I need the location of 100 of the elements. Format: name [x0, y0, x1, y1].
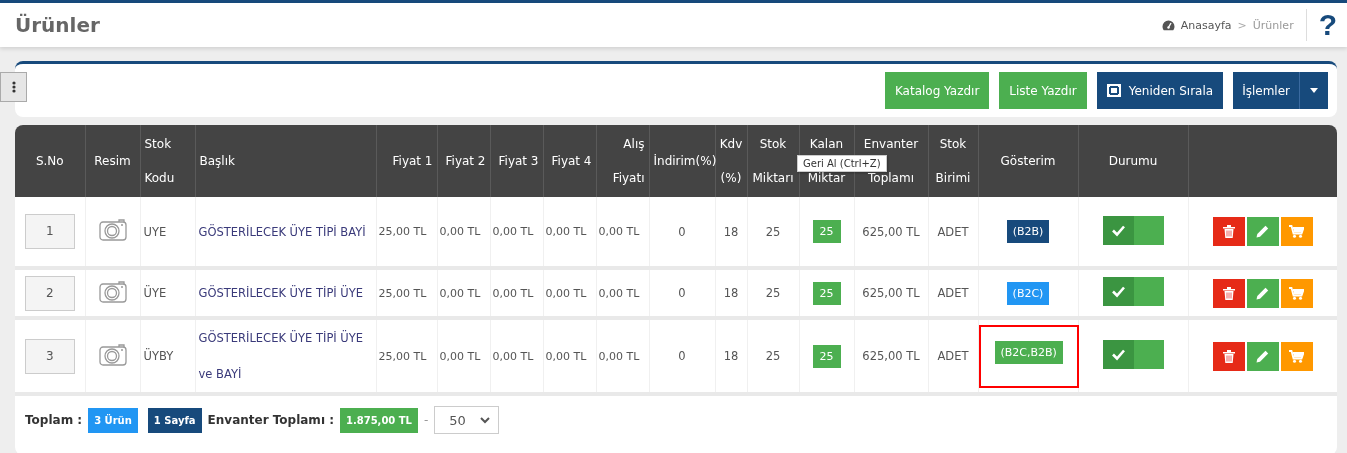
- page-title: Ürünler: [15, 13, 101, 37]
- pencil-icon: [1256, 349, 1270, 363]
- column-header: İndirim(%): [649, 125, 715, 197]
- display-badge: (B2C): [1006, 281, 1050, 305]
- column-header: Resim: [85, 125, 140, 197]
- breadcrumb-link[interactable]: Anasayfa: [1180, 18, 1232, 32]
- cart-icon: [1289, 349, 1305, 363]
- breadcrumb-separator: >: [1237, 18, 1247, 32]
- cart-icon: [1289, 286, 1305, 300]
- table-cell: 0,00 TL: [437, 197, 490, 268]
- cart-button[interactable]: [1280, 341, 1313, 371]
- table-cell: ÜYBY: [140, 318, 195, 394]
- table-cell: 0,00 TL: [437, 268, 490, 318]
- table-cell: 0,00 TL: [490, 318, 543, 394]
- table-cell: 0,00 TL: [596, 197, 649, 268]
- column-header: Gösterim: [978, 125, 1078, 197]
- table-cell: 0,00 TL: [543, 268, 596, 318]
- chevron-down-icon: [479, 416, 490, 424]
- column-header: Stok Miktarı: [747, 125, 799, 197]
- table-cell: 0,00 TL: [596, 318, 649, 394]
- vertical-dots-icon: [11, 81, 16, 93]
- table-cell: 25: [747, 197, 799, 268]
- table-cell: 0,00 TL: [437, 318, 490, 394]
- table-cell: ADET: [928, 318, 978, 394]
- table-cell: ADET: [928, 197, 978, 268]
- delete-button[interactable]: [1212, 278, 1245, 308]
- product-title: GÖSTERİLECEK ÜYE TİPİ ÜYE ve BAYİ: [195, 318, 376, 394]
- column-header: Fiyat 3: [490, 125, 543, 197]
- tooltip: Geri Al (Ctrl+Z): [797, 155, 887, 172]
- table-cell: 0,00 TL: [543, 197, 596, 268]
- display-badge: (B2B): [1006, 220, 1050, 243]
- inventory-total-label: Envanter Toplamı :: [207, 413, 334, 427]
- column-header: S.No: [15, 125, 85, 197]
- help-button[interactable]: ?: [1318, 10, 1337, 40]
- caret-icon: [1310, 88, 1318, 93]
- product-title: GÖSTERİLECEK ÜYE TİPİ ÜYE: [195, 268, 376, 318]
- order-field[interactable]: 1: [24, 214, 75, 249]
- dropdown-toggle[interactable]: [1299, 72, 1328, 109]
- table-cell: 0: [649, 197, 715, 268]
- table-cell: 18: [715, 197, 747, 268]
- column-header: Alış Fiyatı: [596, 125, 649, 197]
- table-cell: 0,00 TL: [596, 268, 649, 318]
- delete-button[interactable]: [1212, 217, 1245, 246]
- table-cell: 25,00 TL: [376, 318, 437, 394]
- table-cell: ADET: [928, 268, 978, 318]
- table-cell: ÜYE: [140, 268, 195, 318]
- actions-button[interactable]: İşlemler: [1233, 72, 1299, 109]
- delete-button[interactable]: [1212, 341, 1245, 371]
- cart-button[interactable]: [1280, 278, 1313, 308]
- page-size-select[interactable]: 50: [434, 406, 499, 434]
- table-cell: 18: [715, 318, 747, 394]
- edit-button[interactable]: [1246, 217, 1279, 246]
- pencil-icon: [1256, 286, 1270, 300]
- column-header: Stok Birimi: [928, 125, 978, 197]
- table-cell: 18: [715, 268, 747, 318]
- camera-icon: [98, 342, 127, 367]
- product-title: GÖSTERİLECEK ÜYE TİPİ BAYİ: [195, 197, 376, 268]
- table-cell: UYE: [140, 197, 195, 268]
- display-badge: (B2C,B2B): [994, 340, 1063, 364]
- column-header: Başlık: [195, 125, 376, 197]
- side-menu-button[interactable]: [0, 72, 27, 102]
- column-header: Stok Kodu: [140, 125, 195, 197]
- edit-button[interactable]: [1246, 278, 1279, 308]
- trash-icon: [1222, 286, 1235, 300]
- table-cell: 0,00 TL: [543, 318, 596, 394]
- column-header: Fiyat 4: [543, 125, 596, 197]
- edit-button[interactable]: [1246, 341, 1279, 371]
- cart-button[interactable]: [1280, 217, 1313, 246]
- total-label: Toplam :: [25, 413, 83, 427]
- cart-icon: [1289, 225, 1305, 238]
- column-header: Kdv (%): [715, 125, 747, 197]
- quantity-badge: 25: [812, 281, 841, 305]
- camera-icon: [98, 218, 127, 242]
- product-count-badge: 3 Ürün: [88, 407, 138, 433]
- status-toggle[interactable]: [1102, 215, 1164, 245]
- table-cell: 25,00 TL: [376, 268, 437, 318]
- page-count-badge: 1 Sayfa: [147, 407, 202, 433]
- status-toggle[interactable]: [1102, 340, 1164, 369]
- column-header: Fiyat 2: [437, 125, 490, 197]
- reorder-button[interactable]: Yeniden Sırala: [1096, 72, 1224, 109]
- inventory-total-badge: 1.875,00 TL: [339, 407, 418, 433]
- table-cell: 0,00 TL: [490, 268, 543, 318]
- breadcrumb-current: Ürünler: [1252, 18, 1294, 32]
- table-cell: 0: [649, 268, 715, 318]
- quantity-badge: 25: [812, 220, 841, 243]
- trash-icon: [1222, 225, 1235, 238]
- table-cell: 25: [747, 318, 799, 394]
- order-field[interactable]: 2: [24, 275, 75, 311]
- quantity-badge: 25: [812, 344, 841, 368]
- table-cell: 25,00 TL: [376, 197, 437, 268]
- status-toggle[interactable]: [1102, 277, 1164, 306]
- separator-text: -: [424, 413, 429, 427]
- table-cell: 625,00 TL: [854, 318, 928, 394]
- trash-icon: [1222, 349, 1235, 363]
- column-header: Durumu: [1078, 125, 1188, 197]
- order-field[interactable]: 3: [24, 338, 75, 374]
- table-cell: 625,00 TL: [854, 268, 928, 318]
- table-cell: 625,00 TL: [854, 197, 928, 268]
- pencil-icon: [1256, 225, 1270, 238]
- table-cell: 0: [649, 318, 715, 394]
